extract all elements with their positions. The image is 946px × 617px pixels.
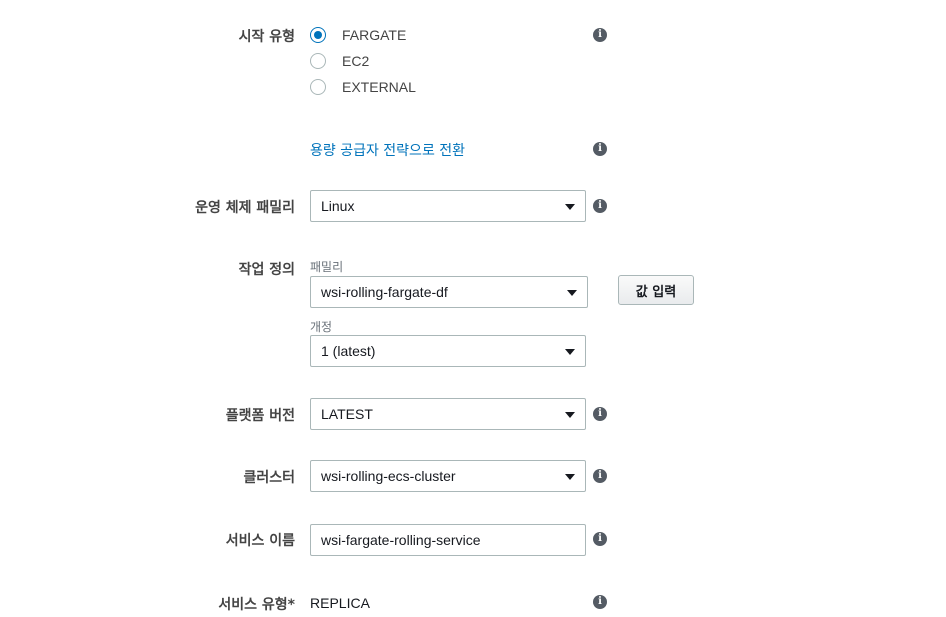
- radio-button-checked[interactable]: [310, 27, 326, 43]
- radio-option-external[interactable]: EXTERNAL: [310, 77, 416, 97]
- task-family-value: wsi-rolling-fargate-df: [321, 284, 448, 300]
- caret-down-icon: [565, 349, 575, 355]
- task-family-select[interactable]: wsi-rolling-fargate-df: [310, 276, 588, 308]
- caret-down-icon: [565, 412, 575, 418]
- caret-down-icon: [565, 204, 575, 210]
- platform-version-select[interactable]: LATEST: [310, 398, 586, 430]
- radio-button[interactable]: [310, 53, 326, 69]
- info-icon[interactable]: i: [593, 469, 607, 483]
- info-icon[interactable]: i: [593, 199, 607, 213]
- os-family-select[interactable]: Linux: [310, 190, 586, 222]
- platform-version-value: LATEST: [321, 406, 373, 422]
- revision-value: 1 (latest): [321, 343, 376, 359]
- service-type-value: REPLICA: [310, 595, 370, 611]
- radio-button[interactable]: [310, 79, 326, 95]
- info-icon[interactable]: i: [593, 407, 607, 421]
- service-name-value: wsi-fargate-rolling-service: [321, 532, 481, 548]
- revision-label: 개정: [310, 320, 333, 334]
- radio-label-ec2: EC2: [342, 53, 370, 69]
- caret-down-icon: [567, 290, 577, 296]
- enter-value-button[interactable]: 값 입력: [618, 275, 694, 305]
- service-type-label: 서비스 유형*: [218, 597, 295, 613]
- info-icon[interactable]: i: [593, 532, 607, 546]
- task-family-label: 패밀리: [310, 260, 344, 274]
- cluster-label: 클러스터: [243, 470, 295, 486]
- service-name-input[interactable]: wsi-fargate-rolling-service: [310, 524, 586, 556]
- revision-select[interactable]: 1 (latest): [310, 335, 586, 367]
- radio-option-ec2[interactable]: EC2: [310, 51, 369, 71]
- cluster-value: wsi-rolling-ecs-cluster: [321, 468, 456, 484]
- radio-label-fargate: FARGATE: [342, 27, 407, 43]
- info-icon[interactable]: i: [593, 28, 607, 42]
- cluster-select[interactable]: wsi-rolling-ecs-cluster: [310, 460, 586, 492]
- info-icon[interactable]: i: [593, 142, 607, 156]
- caret-down-icon: [565, 474, 575, 480]
- launch-type-label: 시작 유형: [238, 29, 295, 45]
- service-name-label: 서비스 이름: [225, 533, 295, 549]
- task-definition-label: 작업 정의: [238, 262, 295, 278]
- radio-option-fargate[interactable]: FARGATE: [310, 25, 406, 45]
- os-family-label: 운영 체제 패밀리: [195, 200, 295, 216]
- radio-label-external: EXTERNAL: [342, 79, 416, 95]
- capacity-provider-strategy-link[interactable]: 용량 공급자 전략으로 전환: [310, 140, 465, 160]
- platform-version-label: 플랫폼 버전: [225, 408, 295, 424]
- info-icon[interactable]: i: [593, 595, 607, 609]
- os-family-value: Linux: [321, 198, 355, 214]
